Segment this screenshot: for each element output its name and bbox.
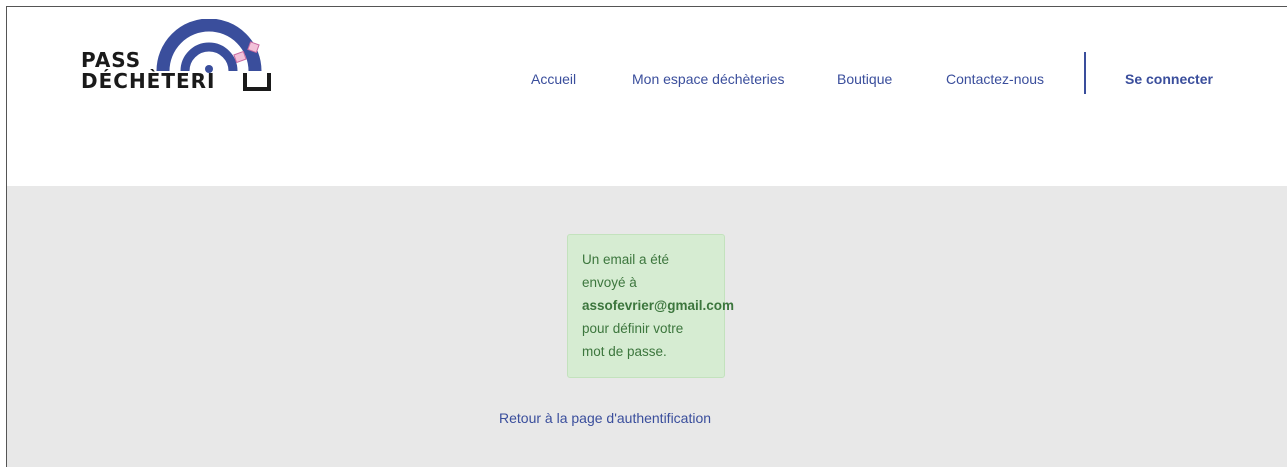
main-content: Un email a été envoyé à assofevrier@gmai…	[7, 186, 1287, 467]
alert-line: Un email a été	[582, 252, 670, 267]
nav-item-mon-espace[interactable]: Mon espace déchèteries	[632, 71, 785, 87]
nav-item-boutique[interactable]: Boutique	[837, 71, 892, 87]
alert-line: envoyé à	[582, 275, 637, 290]
alert-line: pour définir votre	[582, 321, 684, 336]
nav-item-accueil[interactable]: Accueil	[531, 71, 576, 87]
main-nav: Accueil Mon espace déchèteries Boutique …	[7, 67, 1287, 91]
nav-item-contact[interactable]: Contactez-nous	[946, 71, 1044, 87]
login-link[interactable]: Se connecter	[1125, 71, 1213, 87]
site-header: PASS DÉCHÈTERI Accueil Mon espace déchèt…	[7, 7, 1287, 186]
nav-divider	[1084, 52, 1086, 94]
back-to-login-link[interactable]: Retour à la page d'authentification	[499, 410, 711, 426]
alert-line: mot de passe.	[582, 344, 667, 359]
page-frame: PASS DÉCHÈTERI Accueil Mon espace déchèt…	[6, 6, 1287, 467]
success-alert: Un email a été envoyé à assofevrier@gmai…	[567, 234, 734, 378]
alert-email: assofevrier@gmail.com	[582, 298, 734, 313]
